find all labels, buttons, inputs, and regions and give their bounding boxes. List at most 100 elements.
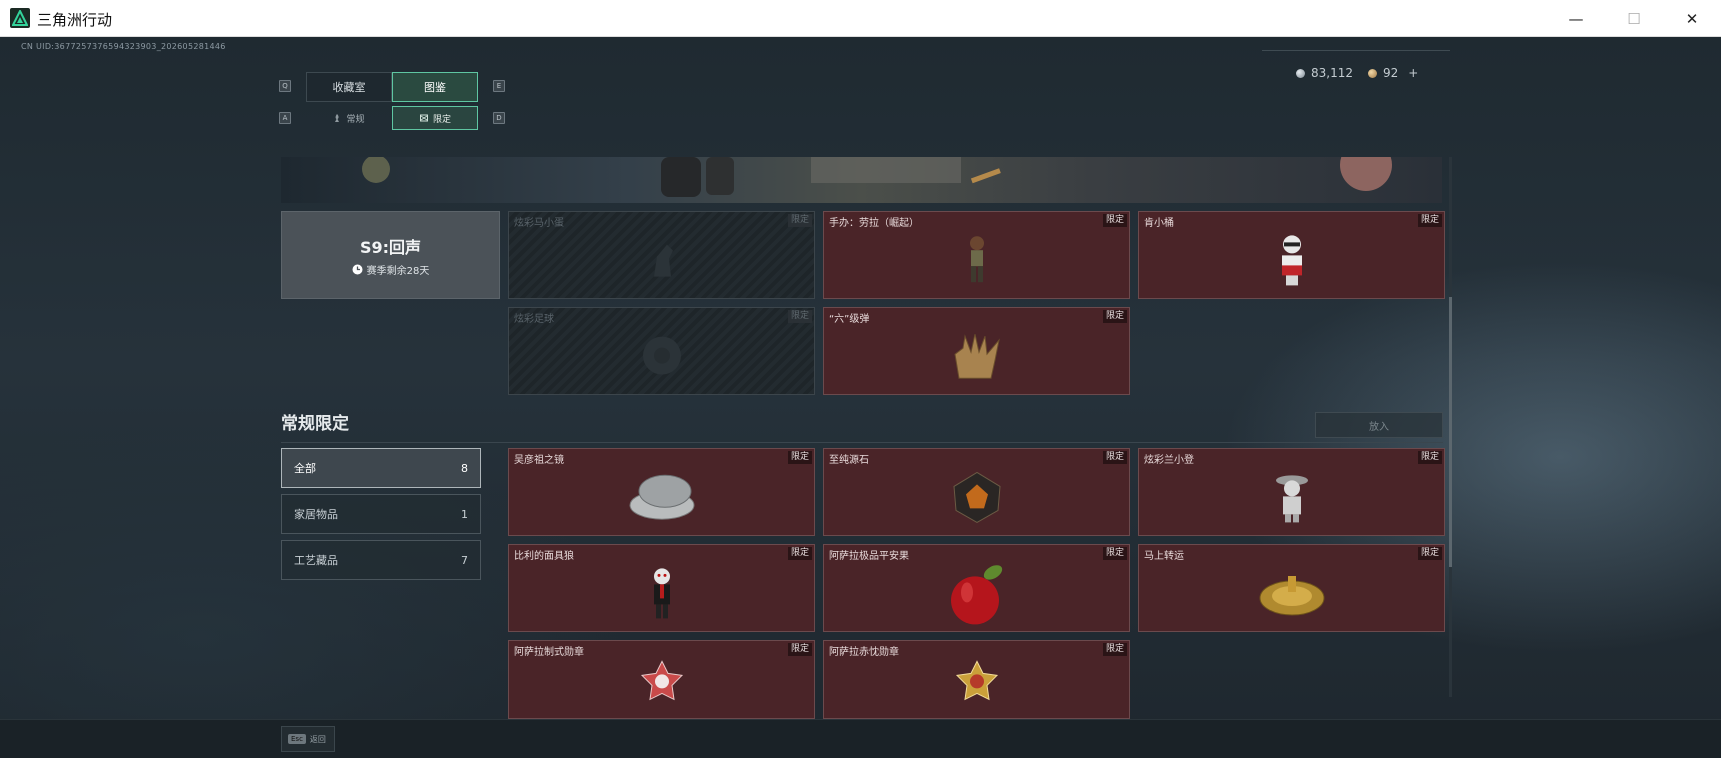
uid-label: CN UID:3677257376594323903_202605281446: [21, 42, 226, 51]
category-crafts[interactable]: 工艺藏品 7: [281, 540, 481, 580]
source-stone-icon: [952, 471, 1001, 523]
footer-bar: Esc 返回: [0, 719, 1721, 758]
item-card[interactable]: 至纯源石 限定: [823, 448, 1130, 536]
tab-codex[interactable]: 图鉴: [392, 72, 478, 102]
kfc-figure-icon: [1281, 235, 1302, 286]
category-count: 8: [461, 461, 468, 475]
category-count: 1: [461, 507, 468, 521]
limited-tag: 限定: [1417, 451, 1442, 464]
limited-tag: 限定: [1417, 547, 1442, 560]
app-window: 三角洲行动 — ☐ ✕ CN UID:3677257376594323903_2…: [0, 0, 1721, 758]
subtab-regular[interactable]: 常规: [306, 106, 392, 130]
category-label: 家居物品: [294, 508, 338, 521]
window-title: 三角洲行动: [37, 11, 113, 29]
item-card[interactable]: “六”级弹 限定: [823, 307, 1130, 395]
gold-currency: 92 +: [1368, 64, 1418, 82]
standard-medal-icon: [640, 660, 683, 701]
app-logo-icon: [10, 8, 30, 28]
bullet-hand-icon: [953, 334, 1000, 379]
limited-tag: 限定: [787, 547, 812, 560]
billy-puppet-icon: [653, 568, 670, 619]
limited-tag: 限定: [1102, 643, 1127, 656]
limited-tag: 限定: [1417, 214, 1442, 227]
season-card: S9:回声 赛季剩余28天: [281, 211, 500, 299]
subtab-limited[interactable]: 限定: [392, 106, 478, 130]
item-card[interactable]: 炫彩足球 限定: [508, 307, 815, 395]
section-divider: [281, 442, 1443, 443]
regular-icon: [335, 114, 340, 122]
hotkey-q: Q: [279, 80, 291, 92]
item-card[interactable]: 炫彩兰小登 限定: [1138, 448, 1445, 536]
game-viewport: CN UID:3677257376594323903_202605281446 …: [0, 37, 1721, 758]
limited-icon: [419, 114, 428, 122]
limited-tag: 限定: [1102, 214, 1127, 227]
category-label: 全部: [294, 462, 316, 475]
item-card[interactable]: 比利的面具狼 限定: [508, 544, 815, 632]
item-card[interactable]: 马上转运 限定: [1138, 544, 1445, 632]
back-label: 返回: [309, 734, 326, 744]
minimize-button[interactable]: —: [1547, 0, 1605, 37]
lan-figure-icon: [1275, 475, 1308, 523]
silver-coin-icon: [1296, 68, 1305, 78]
hotkey-a: A: [279, 112, 291, 124]
item-name: 至纯源石: [829, 455, 869, 466]
clock-icon: [352, 264, 363, 274]
item-name: 比利的面具狼: [514, 551, 574, 562]
apple-icon: [950, 565, 1002, 625]
season-remaining: 赛季剩余28天: [352, 262, 430, 277]
put-in-button[interactable]: 放入: [1315, 412, 1443, 438]
item-card[interactable]: 炫彩马小蛋 限定: [508, 211, 815, 299]
limited-tag: 限定: [1102, 310, 1127, 323]
subtab-limited-label: 限定: [432, 114, 451, 125]
item-card[interactable]: 肯小桶 限定: [1138, 211, 1445, 299]
limited-tag: 限定: [787, 214, 812, 227]
title-bar: 三角洲行动 — ☐ ✕: [0, 0, 1721, 37]
mirror-icon: [629, 474, 694, 520]
lucky-horse-disc-icon: [1259, 576, 1324, 616]
season-name: S9:回声: [359, 237, 422, 257]
silver-currency: 83,112: [1296, 64, 1353, 82]
item-name: 手办：劳拉（崛起）: [829, 218, 919, 229]
add-currency-button[interactable]: +: [1408, 66, 1418, 80]
subtab-regular-label: 常规: [346, 114, 365, 125]
category-home-goods[interactable]: 家居物品 1: [281, 494, 481, 534]
hotkey-d: D: [493, 112, 505, 124]
limited-tag: 限定: [1102, 547, 1127, 560]
item-card[interactable]: 手办：劳拉（崛起） 限定: [823, 211, 1130, 299]
scrollbar-thumb[interactable]: [1449, 297, 1452, 567]
section-title: 常规限定: [281, 414, 349, 434]
tab-collection-room[interactable]: 收藏室: [306, 72, 392, 102]
item-name: “六”级弹: [829, 314, 870, 325]
maximize-button[interactable]: ☐: [1605, 0, 1663, 37]
lara-figure-icon: [969, 236, 984, 283]
category-all[interactable]: 全部 8: [281, 448, 481, 488]
item-name: 阿萨拉极品平安果: [829, 551, 909, 562]
item-card[interactable]: 吴彦祖之镜 限定: [508, 448, 815, 536]
item-name: 炫彩兰小登: [1144, 455, 1194, 466]
gold-coin-icon: [1368, 68, 1377, 78]
esc-key: Esc: [288, 734, 306, 744]
horse-figure-icon: [653, 244, 673, 277]
category-count: 7: [461, 553, 468, 567]
item-name: 阿萨拉制式勋章: [514, 647, 584, 658]
hotkey-e: E: [493, 80, 505, 92]
limited-tag: 限定: [1102, 451, 1127, 464]
football-icon: [642, 336, 681, 375]
item-name: 炫彩马小蛋: [514, 218, 564, 229]
currency-divider: [1262, 50, 1450, 51]
limited-tag: 限定: [787, 310, 812, 323]
close-button[interactable]: ✕: [1663, 0, 1721, 37]
limited-tag: 限定: [787, 451, 812, 464]
item-card[interactable]: 阿萨拉极品平安果 限定: [823, 544, 1130, 632]
silver-amount: 83,112: [1311, 66, 1353, 80]
limited-tag: 限定: [787, 643, 812, 656]
back-button[interactable]: Esc 返回: [281, 726, 335, 752]
item-card[interactable]: 阿萨拉制式勋章 限定: [508, 640, 815, 719]
season-remaining-text: 赛季剩余28天: [366, 265, 430, 277]
season-banner-image: [281, 157, 1442, 203]
item-name: 肯小桶: [1144, 218, 1174, 229]
item-card[interactable]: 阿萨拉赤忱勋章 限定: [823, 640, 1130, 719]
item-name: 炫彩足球: [514, 314, 554, 325]
item-name: 阿萨拉赤忱勋章: [829, 647, 899, 658]
category-label: 工艺藏品: [294, 554, 338, 567]
